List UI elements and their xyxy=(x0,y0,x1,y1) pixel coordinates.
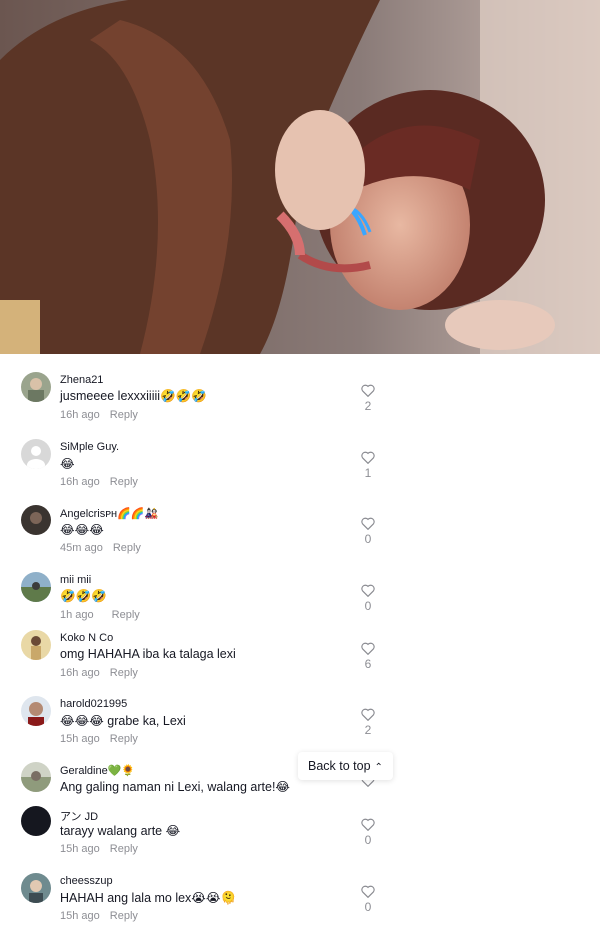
comment-time: 16h ago xyxy=(60,409,100,421)
comment-text: 😂😂😂 xyxy=(60,523,104,537)
comment-text: Ang galing naman ni Lexi, walang arte!😂 xyxy=(60,780,291,794)
heart-icon xyxy=(361,384,375,397)
like-count: 6 xyxy=(364,657,372,671)
reply-button[interactable]: Reply xyxy=(110,910,138,922)
back-to-top-button[interactable]: Back to top ⌃ xyxy=(298,752,393,780)
like-button[interactable]: 0 xyxy=(360,584,376,624)
heart-icon xyxy=(361,642,375,655)
heart-icon xyxy=(361,584,375,597)
comment-username[interactable]: cheesszup xyxy=(60,875,113,887)
comment-item: Angelcrisᴘʜ🌈🌈🎎 😂😂😂 45m ago Reply 0 xyxy=(0,505,390,571)
reply-button[interactable]: Reply xyxy=(110,667,138,679)
like-count: 2 xyxy=(364,723,372,737)
heart-icon xyxy=(361,708,375,721)
reply-button[interactable]: Reply xyxy=(110,409,138,421)
like-button[interactable]: 2 xyxy=(360,384,376,424)
avatar[interactable] xyxy=(21,696,51,726)
comment-username[interactable]: Koko N Co xyxy=(60,632,113,644)
comment-meta: 15h ago Reply xyxy=(60,733,138,745)
comment-item: Koko N Co omg HAHAHA iba ka talaga lexi … xyxy=(0,630,390,696)
comment-time: 16h ago xyxy=(60,476,100,488)
like-button[interactable]: 2 xyxy=(360,708,376,748)
like-count: 0 xyxy=(364,532,372,546)
comment-item: SiMple Guy. 😂 16h ago Reply 1 xyxy=(0,439,390,505)
comment-time: 15h ago xyxy=(60,733,100,745)
reply-button[interactable]: Reply xyxy=(110,733,138,745)
heart-icon xyxy=(361,517,375,530)
avatar[interactable] xyxy=(21,572,51,602)
heart-icon xyxy=(361,885,375,898)
like-button[interactable]: 0 xyxy=(360,818,376,858)
like-count: 0 xyxy=(364,599,372,613)
double-chevron-up-icon: ⌃ xyxy=(374,762,383,773)
comment-item: Zhena21 jusmeeee lexxxiiiii🤣🤣🤣 16h ago Re… xyxy=(0,372,390,438)
video-frame xyxy=(0,0,600,354)
avatar[interactable] xyxy=(21,439,51,469)
comment-username[interactable]: mii mii xyxy=(60,574,91,586)
comment-meta: 16h ago Reply xyxy=(60,476,138,488)
comment-username[interactable]: Zhena21 xyxy=(60,374,103,386)
like-button[interactable]: 0 xyxy=(360,517,376,557)
like-count: 0 xyxy=(364,833,372,847)
reply-button[interactable]: Reply xyxy=(113,542,141,554)
comment-username[interactable]: harold021995 xyxy=(60,698,127,710)
like-count: 0 xyxy=(364,900,372,914)
comment-time: 16h ago xyxy=(60,667,100,679)
comment-meta: 15h ago Reply xyxy=(60,843,138,855)
comment-meta: 16h ago Reply xyxy=(60,409,138,421)
comment-meta: 16h ago Reply xyxy=(60,667,138,679)
comment-meta: 15h ago Reply xyxy=(60,910,138,922)
like-button[interactable]: 6 xyxy=(360,642,376,682)
avatar[interactable] xyxy=(21,873,51,903)
comment-text: 😂 xyxy=(60,457,75,471)
like-count: 2 xyxy=(364,399,372,413)
comment-meta: 45m ago Reply xyxy=(60,542,141,554)
avatar[interactable] xyxy=(21,762,51,792)
comment-meta: 1h ago Reply xyxy=(60,609,140,621)
like-count: 1 xyxy=(364,466,372,480)
reply-button[interactable]: Reply xyxy=(110,476,138,488)
comment-list: Zhena21 jusmeeee lexxxiiiii🤣🤣🤣 16h ago Re… xyxy=(0,354,600,929)
back-to-top-label: Back to top xyxy=(308,759,371,773)
comment-text: 🤣🤣🤣 xyxy=(60,589,107,603)
avatar[interactable] xyxy=(21,806,51,836)
comment-text: jusmeeee lexxxiiiii🤣🤣🤣 xyxy=(60,389,207,403)
comment-text: 😂😂😂 grabe ka, Lexi xyxy=(60,714,186,728)
comment-username[interactable]: SiMple Guy. xyxy=(60,441,119,453)
heart-icon xyxy=(361,451,375,464)
comment-time: 1h ago xyxy=(60,609,94,621)
comment-time: 15h ago xyxy=(60,910,100,922)
reply-button[interactable]: Reply xyxy=(110,843,138,855)
comment-time: 15h ago xyxy=(60,843,100,855)
comment-username[interactable]: Angelcrisᴘʜ🌈🌈🎎 xyxy=(60,507,158,520)
like-button[interactable]: 1 xyxy=(360,451,376,491)
avatar[interactable] xyxy=(21,630,51,660)
comment-item: mii mii 🤣🤣🤣 1h ago Reply 0 xyxy=(0,572,390,638)
comment-text: HAHAH ang lala mo lex😭😭🫠 xyxy=(60,891,237,905)
heart-icon xyxy=(361,818,375,831)
comment-item: アン JD tarayy walang arte 😂 15h ago Reply … xyxy=(0,806,390,872)
comment-username[interactable]: アン JD xyxy=(60,808,98,824)
comment-text: omg HAHAHA iba ka talaga lexi xyxy=(60,647,236,661)
video-player[interactable] xyxy=(0,0,600,354)
comment-text: tarayy walang arte 😂 xyxy=(60,824,181,838)
comment-item: cheesszup HAHAH ang lala mo lex😭😭🫠 15h a… xyxy=(0,873,390,939)
like-button[interactable]: 0 xyxy=(360,885,376,925)
comment-username[interactable]: Geraldine💚🌻 xyxy=(60,764,135,777)
avatar[interactable] xyxy=(21,372,51,402)
avatar[interactable] xyxy=(21,505,51,535)
reply-button[interactable]: Reply xyxy=(112,609,140,621)
comment-time: 45m ago xyxy=(60,542,103,554)
